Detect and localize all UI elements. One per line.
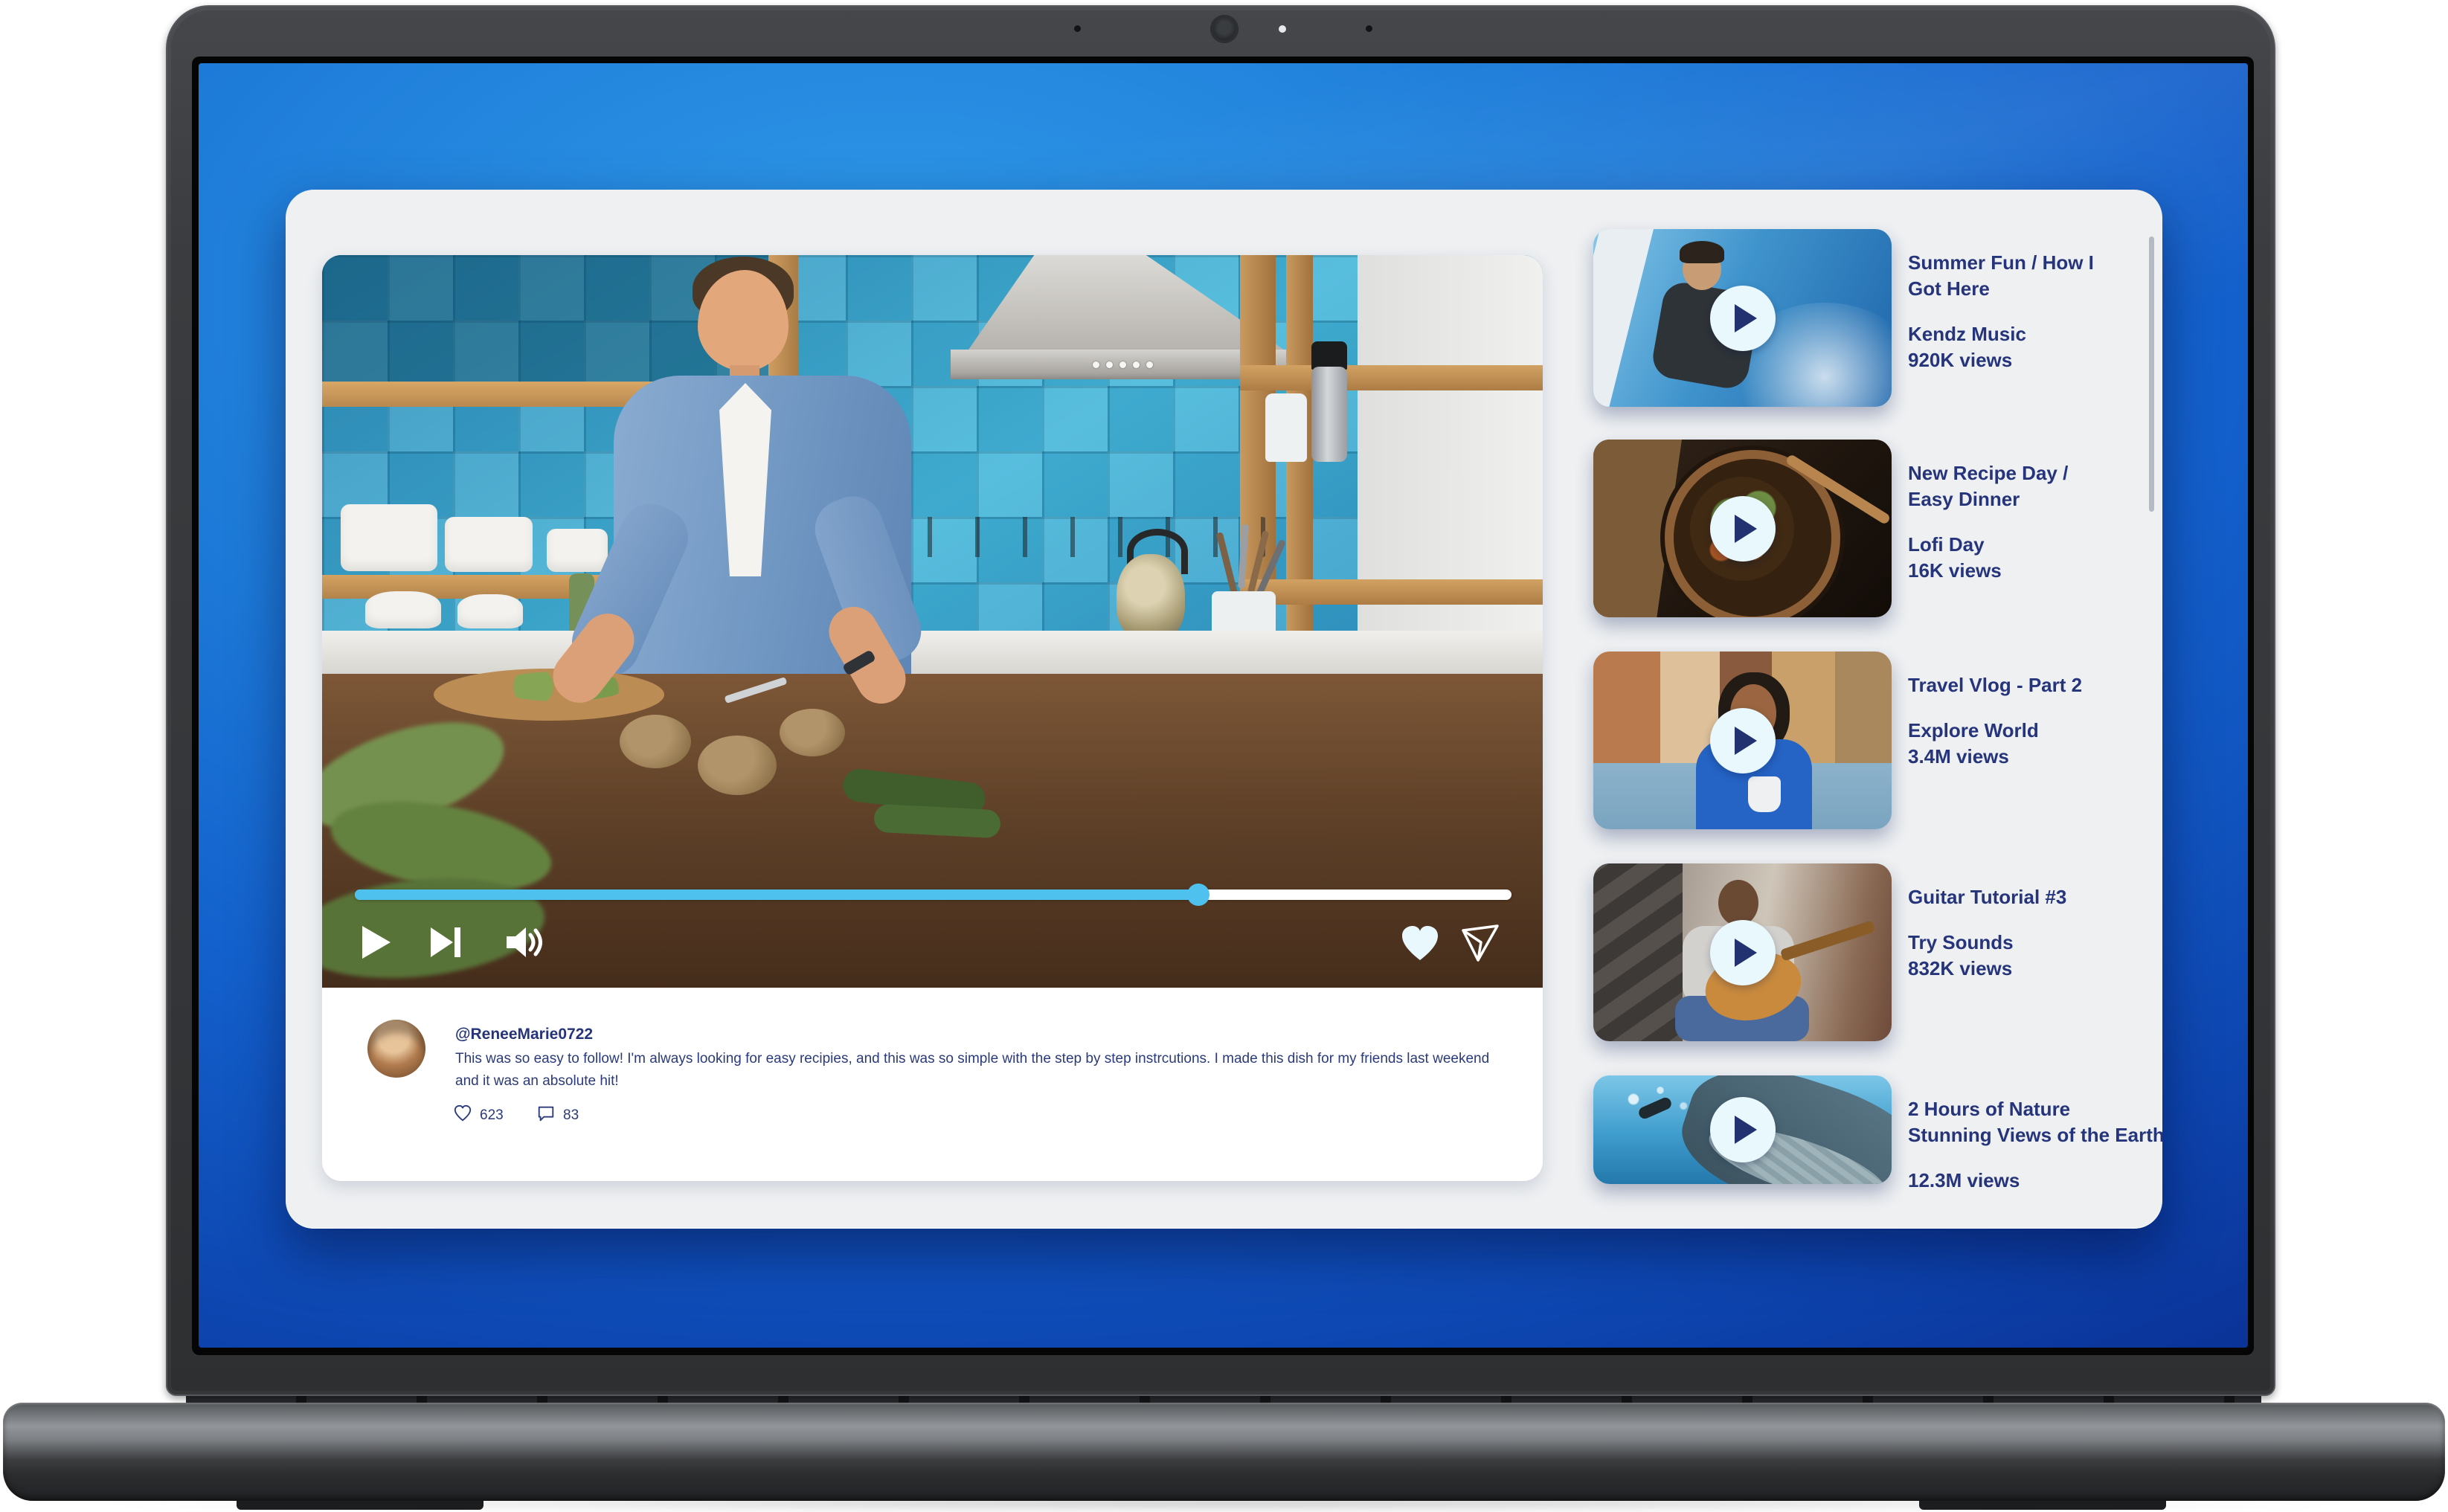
video-title: New Recipe Day / Easy Dinner: [1908, 460, 2162, 512]
potato-decor: [698, 736, 777, 795]
stove-decor: [880, 517, 1267, 557]
range-hood-decor: [967, 255, 1287, 352]
video-thumbnail[interactable]: [1593, 229, 1892, 407]
sidebar-item-meta[interactable]: Travel Vlog - Part 2 Explore World 3.4M …: [1908, 672, 2162, 770]
thermos-decor: [1311, 341, 1347, 370]
progress-bar[interactable]: [355, 889, 1511, 900]
comment-reply-count: 83: [563, 1107, 579, 1124]
hood-button-decor: [1119, 361, 1126, 368]
share-button[interactable]: [1459, 921, 1500, 963]
thermos-decor: [1311, 367, 1347, 462]
video-thumbnail[interactable]: [1593, 440, 1892, 617]
video-channel: Kendz Music: [1908, 321, 2162, 347]
utensil-crock-decor: [1212, 591, 1276, 636]
sidebar-item-meta[interactable]: Summer Fun / How I Got Here Kendz Music …: [1908, 250, 2162, 373]
heart-icon: [1399, 956, 1441, 967]
wall-decor: [1358, 255, 1543, 631]
video-thumbnail[interactable]: [1593, 652, 1892, 829]
kettle-decor: [1117, 554, 1185, 642]
video-player-card: @ReneeMarie0722 This was so easy to foll…: [322, 255, 1543, 1181]
progress-knob[interactable]: [1187, 884, 1209, 906]
teapot-decor: [457, 594, 523, 628]
laptop-base: [3, 1403, 2445, 1501]
teapot-decor: [365, 591, 441, 628]
video-title: Guitar Tutorial #3: [1908, 884, 2162, 910]
volume-button[interactable]: [502, 921, 544, 963]
video-views: 832K views: [1908, 956, 2162, 982]
comment-body: This was so easy to follow! I'm always l…: [455, 1048, 1506, 1093]
play-overlay-icon[interactable]: [1710, 496, 1776, 562]
progress-fill: [355, 889, 1199, 900]
hood-button-decor: [1133, 361, 1140, 368]
microphone-dot: [1074, 25, 1081, 32]
video-app-window: @ReneeMarie0722 This was so easy to foll…: [286, 190, 2162, 1229]
video-thumbnail[interactable]: [1593, 1075, 1892, 1184]
shelf-decor: [1240, 365, 1543, 390]
desktop-wallpaper: @ReneeMarie0722 This was so easy to foll…: [199, 63, 2248, 1348]
webcam-led: [1279, 25, 1286, 33]
potato-decor: [780, 709, 845, 756]
counter-decor: [322, 631, 1543, 674]
volume-icon: [502, 954, 544, 965]
shelf-decor: [1240, 579, 1543, 605]
video-title: Summer Fun / How I Got Here: [1908, 250, 2162, 302]
sidebar-item-meta[interactable]: 2 Hours of Nature Stunning Views of the …: [1908, 1096, 2162, 1194]
play-overlay-icon[interactable]: [1710, 920, 1776, 985]
play-overlay-icon[interactable]: [1710, 286, 1776, 351]
comment-reply-button[interactable]: 83: [536, 1103, 579, 1128]
video-views: 16K views: [1908, 558, 2162, 584]
comment-avatar: [367, 1020, 425, 1078]
laptop-mockup: @ReneeMarie0722 This was so easy to foll…: [0, 0, 2448, 1512]
jug-decor: [1265, 393, 1307, 462]
video-channel: Lofi Day: [1908, 532, 2162, 558]
video-thumbnail[interactable]: [1593, 863, 1892, 1041]
video-views: 920K views: [1908, 347, 2162, 373]
heart-outline-icon: [453, 1104, 472, 1127]
shelf-post-decor: [1286, 255, 1313, 674]
play-overlay-icon[interactable]: [1710, 708, 1776, 773]
video-channel: Explore World: [1908, 718, 2162, 744]
video-title: 2 Hours of Nature Stunning Views of the …: [1908, 1096, 2162, 1148]
comment-like-button[interactable]: 623: [453, 1103, 504, 1128]
comment-bubble-icon: [536, 1104, 556, 1127]
video-views: 12.3M views: [1908, 1168, 2162, 1194]
video-title: Travel Vlog - Part 2: [1908, 672, 2162, 698]
skip-next-icon: [425, 954, 466, 965]
play-icon: [355, 954, 396, 965]
video-scene-kitchen: [322, 255, 1543, 988]
potato-decor: [620, 715, 691, 768]
sidebar-item-meta[interactable]: Guitar Tutorial #3 Try Sounds 832K views: [1908, 884, 2162, 982]
hood-button-decor: [1106, 361, 1113, 368]
like-button[interactable]: [1399, 923, 1441, 965]
hood-button-decor: [1093, 361, 1099, 368]
comment-handle: @ReneeMarie0722: [455, 1026, 593, 1043]
dish-decor: [445, 517, 533, 572]
comment-like-count: 623: [480, 1107, 504, 1124]
play-button[interactable]: [355, 921, 396, 963]
sidebar-scrollbar[interactable]: [2149, 237, 2154, 512]
video-frame[interactable]: [322, 255, 1543, 988]
sidebar-item-meta[interactable]: New Recipe Day / Easy Dinner Lofi Day 16…: [1908, 460, 2162, 584]
dish-decor: [341, 504, 437, 571]
video-channel: Try Sounds: [1908, 930, 2162, 956]
play-overlay-icon[interactable]: [1710, 1097, 1776, 1162]
send-icon: [1459, 954, 1500, 965]
skip-next-button[interactable]: [425, 921, 466, 963]
video-views: 3.4M views: [1908, 744, 2162, 770]
microphone-dot: [1366, 25, 1372, 32]
dish-decor: [547, 529, 608, 572]
hood-button-decor: [1146, 361, 1153, 368]
webcam: [1210, 15, 1239, 43]
